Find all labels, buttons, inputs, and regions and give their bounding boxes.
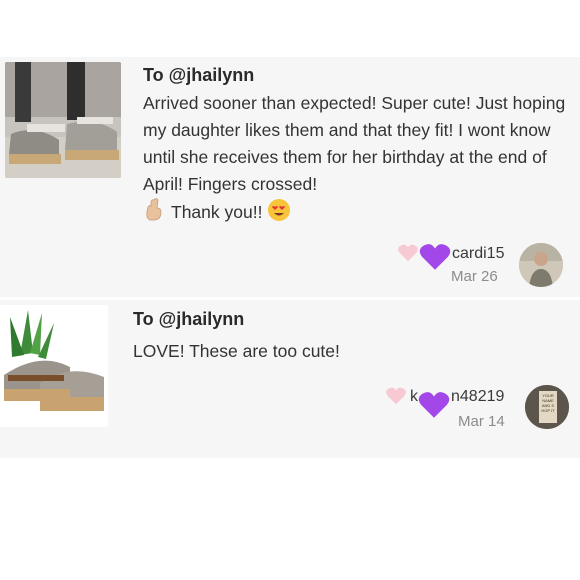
purple-heart-icon — [419, 244, 451, 270]
like-heart-icon[interactable] — [385, 385, 407, 407]
bottom-blank-area — [0, 458, 580, 580]
review-message: LOVE! These are too cute! — [133, 341, 340, 361]
reviewer-username-end[interactable]: n48219 — [451, 388, 504, 406]
purple-heart-icon — [418, 392, 450, 418]
like-heart-icon[interactable] — [397, 242, 419, 264]
recipient-label: To @jhailynn — [133, 309, 245, 329]
sandal-photo-icon[interactable] — [0, 305, 108, 427]
crossed-fingers-emoji-icon — [143, 198, 165, 230]
review-card: To @jhailynn Arrived sooner than expecte… — [0, 57, 580, 297]
review-card: To @jhailynn LOVE! These are too cute! k… — [0, 300, 580, 458]
review-date: Mar 14 — [458, 413, 505, 430]
review-text: Arrived sooner than expected! Super cute… — [143, 90, 568, 230]
recipient-label: To @jhailynn — [143, 65, 255, 85]
review-date: Mar 26 — [451, 268, 498, 285]
sandal-photo-icon[interactable] — [5, 62, 121, 178]
top-blank-area — [0, 0, 580, 57]
review-message: Arrived sooner than expected! Super cute… — [143, 93, 566, 194]
reviewer-username[interactable]: cardi15 — [452, 245, 504, 263]
user-avatar-icon[interactable]: YOUR NAME AND SHOP IT — [525, 385, 569, 429]
heart-eyes-emoji-icon — [267, 198, 291, 230]
thanks-text: Thank you!! — [171, 202, 263, 222]
user-avatar-icon[interactable] — [519, 243, 563, 287]
avatar-text: YOUR NAME AND SHOP IT — [541, 393, 555, 413]
